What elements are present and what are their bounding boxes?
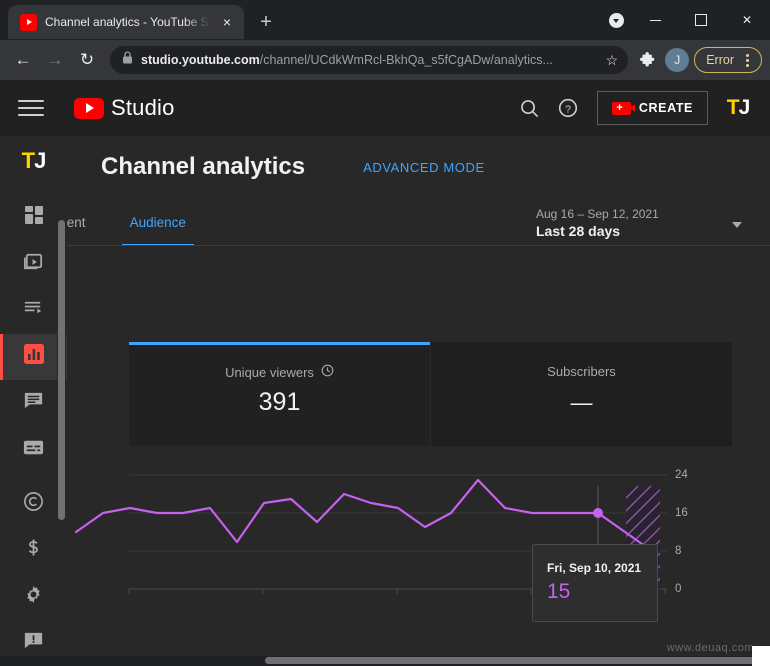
playlist-icon bbox=[22, 296, 45, 324]
browser-tab[interactable]: Channel analytics - YouTube Stud × bbox=[8, 5, 244, 39]
metric-card-unique-viewers[interactable]: Unique viewers 391 bbox=[129, 342, 431, 446]
youtube-studio-app: Studio ? CREATE TJ TJ bbox=[0, 80, 770, 666]
hamburger-menu-icon[interactable] bbox=[18, 95, 44, 121]
metric-card-label: Subscribers bbox=[547, 364, 616, 379]
svg-text:?: ? bbox=[565, 103, 571, 115]
horizontal-scrollbar-thumb[interactable] bbox=[265, 657, 755, 664]
chevron-down-icon bbox=[609, 13, 624, 28]
browser-menu-icon[interactable] bbox=[737, 49, 757, 71]
browser-toolbar: ← → ↻ studio.youtube.com/channel/UCdkWmR… bbox=[0, 40, 770, 80]
url-text: studio.youtube.com/channel/UCdkWmRcl-Bkh… bbox=[141, 53, 598, 67]
metric-card-value: — bbox=[571, 390, 593, 416]
metric-card-row: Unique viewers 391 Subscribers — bbox=[129, 342, 770, 446]
extensions-puzzle-icon[interactable] bbox=[634, 47, 660, 73]
sidebar-avatar-letter-j: J bbox=[34, 148, 45, 174]
y-axis-label-24: 24 bbox=[675, 469, 688, 481]
video-library-icon bbox=[22, 250, 45, 278]
sidebar-channel-avatar[interactable]: TJ bbox=[14, 142, 54, 181]
bookmark-star-icon[interactable]: ☆ bbox=[606, 52, 619, 69]
error-status-chip[interactable]: Error bbox=[694, 47, 762, 73]
search-icon[interactable] bbox=[511, 89, 549, 127]
copyright-icon bbox=[22, 490, 45, 518]
dashboard-icon bbox=[23, 204, 45, 231]
chart-plot-area bbox=[67, 458, 770, 666]
window-maximize-button[interactable] bbox=[678, 0, 724, 40]
metric-label-text: Unique viewers bbox=[225, 365, 314, 380]
clock-info-icon[interactable] bbox=[321, 364, 334, 380]
y-axis-label-16: 16 bbox=[675, 507, 688, 519]
close-icon[interactable]: × bbox=[218, 13, 236, 31]
page-header: Channel analytics ADVANCED MODE bbox=[67, 136, 770, 198]
advanced-mode-link[interactable]: ADVANCED MODE bbox=[363, 160, 485, 175]
new-tab-button[interactable]: + bbox=[252, 10, 280, 35]
browser-tab-strip: Channel analytics - YouTube Stud × + ✕ bbox=[0, 0, 770, 40]
date-range-text: Aug 16 – Sep 12, 2021 bbox=[536, 207, 758, 221]
tab-audience[interactable]: Audience bbox=[108, 198, 208, 246]
window-close-button[interactable]: ✕ bbox=[724, 0, 770, 40]
subtitles-icon bbox=[22, 436, 45, 464]
sidebar-avatar-letter-t: T bbox=[22, 148, 34, 174]
reload-icon[interactable]: ↻ bbox=[72, 45, 102, 75]
vertical-scrollbar-thumb[interactable] bbox=[58, 220, 65, 520]
help-icon[interactable]: ? bbox=[549, 89, 587, 127]
y-axis-label-0: 0 bbox=[675, 583, 681, 595]
create-button[interactable]: CREATE bbox=[597, 91, 708, 125]
studio-logo[interactable]: Studio bbox=[74, 95, 175, 121]
y-axis-label-8: 8 bbox=[675, 545, 681, 557]
date-range-preset: Last 28 days bbox=[536, 223, 758, 239]
avatar-letter-t: T bbox=[727, 96, 739, 120]
avatar-letter-j: J bbox=[739, 96, 750, 120]
url-host: studio.youtube.com bbox=[141, 53, 260, 67]
browser-account-avatar[interactable]: J bbox=[665, 48, 689, 72]
youtube-play-icon bbox=[74, 98, 104, 119]
comment-icon bbox=[22, 389, 45, 417]
page-title: Channel analytics bbox=[101, 153, 305, 181]
date-range-selector[interactable]: Aug 16 – Sep 12, 2021 Last 28 days bbox=[522, 200, 758, 246]
analytics-bar-chart-icon bbox=[23, 343, 45, 370]
tab-engagement[interactable]: Engagement bbox=[67, 198, 108, 246]
channel-avatar[interactable]: TJ bbox=[722, 92, 754, 124]
dollar-icon bbox=[22, 536, 45, 564]
chevron-down-icon bbox=[732, 222, 742, 228]
watermark-corner-block bbox=[752, 646, 770, 666]
lock-icon bbox=[122, 51, 133, 69]
window-minimize-button[interactable] bbox=[632, 0, 678, 40]
studio-logo-word: Studio bbox=[111, 95, 175, 121]
browser-profile-chip[interactable] bbox=[602, 8, 630, 32]
analytics-line-chart: Fri, Sep 10, 2021 15 24 16 8 0 Aug 25, 2… bbox=[67, 458, 770, 666]
forward-icon[interactable]: → bbox=[40, 45, 70, 75]
chart-series-line bbox=[76, 480, 652, 551]
feedback-icon bbox=[22, 629, 45, 657]
browser-tab-title: Channel analytics - YouTube Stud bbox=[45, 15, 210, 29]
chart-highlight-point bbox=[593, 508, 603, 518]
metric-card-label: Unique viewers bbox=[225, 364, 334, 380]
youtube-favicon bbox=[20, 14, 37, 31]
video-camera-plus-icon bbox=[612, 102, 631, 115]
analytics-content: Channel analytics ADVANCED MODE Engageme… bbox=[67, 136, 770, 666]
create-button-label: CREATE bbox=[639, 101, 693, 115]
error-chip-label: Error bbox=[706, 53, 734, 67]
address-bar[interactable]: studio.youtube.com/channel/UCdkWmRcl-Bkh… bbox=[110, 46, 628, 74]
metric-label-text: Subscribers bbox=[547, 364, 616, 379]
metric-card-value: 391 bbox=[259, 388, 301, 417]
window-controls: ✕ bbox=[632, 0, 770, 40]
gear-icon bbox=[22, 583, 45, 611]
url-path: /channel/UCdkWmRcl-BkhQa_s5fCgADw/analyt… bbox=[260, 53, 553, 67]
back-icon[interactable]: ← bbox=[8, 45, 38, 75]
studio-header: Studio ? CREATE TJ bbox=[0, 80, 770, 136]
metric-card-subscribers[interactable]: Subscribers — bbox=[431, 342, 733, 446]
